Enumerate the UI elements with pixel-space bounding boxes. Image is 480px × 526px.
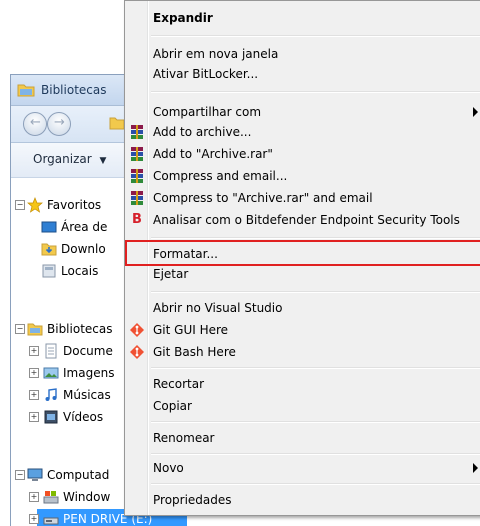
submenu-arrow-icon <box>473 463 478 473</box>
star-icon <box>27 197 43 213</box>
menu-separator <box>151 291 480 293</box>
expand-icon[interactable]: + <box>29 514 39 524</box>
menu-item-label: Ejetar <box>153 267 189 281</box>
library-folder-icon <box>27 323 43 336</box>
hard-drive-icon <box>43 491 59 504</box>
screen: Bibliotecas ← → Organizar ▼ − Favoritos <box>0 0 480 526</box>
document-icon <box>45 343 57 359</box>
menu-item-label: Expandir <box>153 11 213 25</box>
menu-item-label: Novo <box>153 461 184 475</box>
menu-item-share-with[interactable]: Compartilhar com <box>125 101 480 123</box>
menu-item-compress-rar-and-email[interactable]: Compress to "Archive.rar" and email <box>125 187 480 209</box>
collapse-icon[interactable]: − <box>15 470 25 480</box>
menu-item-label: Add to "Archive.rar" <box>153 147 273 161</box>
expand-icon[interactable]: + <box>29 492 39 502</box>
pictures-icon <box>43 367 59 379</box>
tree-label: Downlo <box>61 242 106 256</box>
library-folder-icon <box>17 84 35 97</box>
menu-separator <box>151 35 480 37</box>
menu-item-expand[interactable]: Expandir <box>125 7 480 29</box>
menu-separator <box>151 421 480 423</box>
menu-item-label: Propriedades <box>153 493 232 507</box>
menu-item-label: Add to archive... <box>153 125 252 139</box>
menu-item-label: Compress and email... <box>153 169 288 183</box>
menu-item-add-to-archive-rar[interactable]: Add to "Archive.rar" <box>125 143 480 165</box>
format-highlight-annotation <box>125 240 480 266</box>
tree-label: Área de <box>61 220 108 234</box>
forward-button[interactable]: → <box>47 112 71 136</box>
video-icon <box>44 410 58 424</box>
tree-label: Computad <box>47 468 110 482</box>
menu-separator <box>151 367 480 369</box>
menu-item-open-visual-studio[interactable]: Abrir no Visual Studio <box>125 297 480 319</box>
organize-button[interactable]: Organizar ▼ <box>33 152 106 166</box>
bitdefender-icon: B <box>132 212 142 227</box>
menu-item-label: Copiar <box>153 399 192 413</box>
menu-item-label: Analisar com o Bitdefender Endpoint Secu… <box>153 213 460 227</box>
menu-separator <box>151 237 480 239</box>
submenu-arrow-icon <box>473 107 478 117</box>
menu-item-compress-and-email[interactable]: Compress and email... <box>125 165 480 187</box>
expand-icon[interactable]: + <box>29 390 39 400</box>
menu-item-new[interactable]: Novo <box>125 457 480 479</box>
git-icon <box>130 323 144 337</box>
menu-item-open-new-window[interactable]: Abrir em nova janela <box>125 43 480 65</box>
menu-item-copy[interactable]: Copiar <box>125 395 480 417</box>
address-folder-icon[interactable] <box>109 116 125 130</box>
back-button[interactable]: ← <box>23 112 47 136</box>
organize-label: Organizar <box>33 152 92 166</box>
menu-item-bitdefender-scan[interactable]: B Analisar com o Bitdefender Endpoint Se… <box>125 209 480 231</box>
desktop-icon <box>41 221 57 233</box>
usb-drive-icon <box>43 517 59 525</box>
menu-item-cut[interactable]: Recortar <box>125 373 480 395</box>
menu-item-label: Ativar BitLocker... <box>153 67 259 81</box>
back-arrow-icon: ← <box>30 115 41 130</box>
tree-label: Imagens <box>63 366 115 380</box>
menu-item-git-bash[interactable]: Git Bash Here <box>125 341 480 363</box>
music-note-icon <box>45 388 57 401</box>
tree-label: Docume <box>63 344 113 358</box>
menu-item-add-to-archive[interactable]: Add to archive... <box>125 121 480 143</box>
tree-label: Window <box>63 490 111 504</box>
expand-icon[interactable]: + <box>29 346 39 356</box>
menu-item-label: Renomear <box>153 431 215 445</box>
menu-separator <box>151 453 480 455</box>
window-title: Bibliotecas <box>41 83 107 97</box>
winrar-icon <box>131 191 143 205</box>
downloads-folder-icon <box>41 243 57 256</box>
tree-label: Bibliotecas <box>47 322 113 336</box>
tree-label: Vídeos <box>63 410 104 424</box>
tree-label: Locais <box>61 264 99 278</box>
menu-separator <box>151 91 480 93</box>
git-icon <box>130 345 144 359</box>
menu-item-label: Git Bash Here <box>153 345 236 359</box>
winrar-icon <box>131 125 143 139</box>
chevron-down-icon: ▼ <box>99 156 107 166</box>
collapse-icon[interactable]: − <box>15 200 25 210</box>
winrar-icon <box>131 147 143 161</box>
menu-item-rename[interactable]: Renomear <box>125 427 480 449</box>
menu-item-git-gui[interactable]: Git GUI Here <box>125 319 480 341</box>
forward-arrow-icon: → <box>54 115 65 130</box>
expand-icon[interactable]: + <box>29 412 39 422</box>
menu-item-label: Abrir em nova janela <box>153 47 279 61</box>
tree-label: Favoritos <box>47 198 102 212</box>
menu-item-properties[interactable]: Propriedades <box>125 489 480 511</box>
menu-item-label: Git GUI Here <box>153 323 229 337</box>
menu-item-bitlocker[interactable]: Ativar BitLocker... <box>125 63 480 85</box>
menu-separator <box>151 483 480 485</box>
tree-label: Músicas <box>63 388 111 402</box>
places-icon <box>42 264 56 278</box>
collapse-icon[interactable]: − <box>15 324 25 334</box>
menu-item-label: Abrir no Visual Studio <box>153 301 283 315</box>
menu-item-label: Compress to "Archive.rar" and email <box>153 191 373 205</box>
menu-item-eject[interactable]: Ejetar <box>125 263 480 285</box>
winrar-icon <box>131 169 143 183</box>
menu-item-label: Compartilhar com <box>153 105 262 119</box>
expand-icon[interactable]: + <box>29 368 39 378</box>
computer-icon <box>27 468 43 481</box>
menu-item-label: Recortar <box>153 377 205 391</box>
